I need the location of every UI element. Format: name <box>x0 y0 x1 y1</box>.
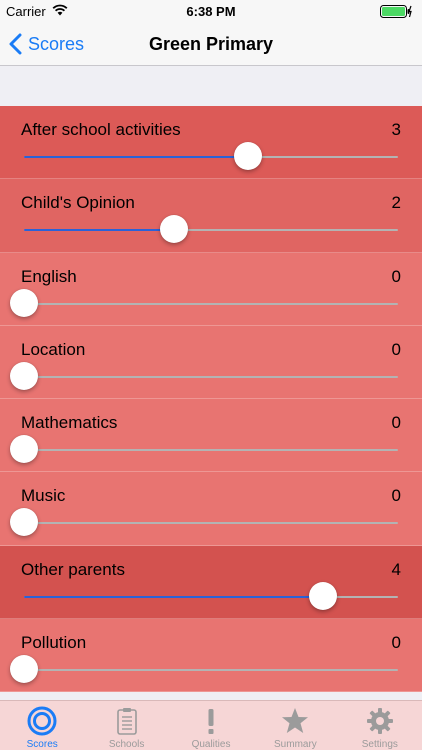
score-label: Mathematics <box>21 413 118 433</box>
tab-settings[interactable]: Settings <box>338 701 422 750</box>
score-value: 3 <box>391 120 401 139</box>
score-slider[interactable] <box>10 361 398 390</box>
slider-thumb[interactable] <box>159 215 188 244</box>
score-label: English <box>21 266 77 286</box>
score-label: Child's Opinion <box>21 193 135 213</box>
score-label: Pollution <box>21 633 87 653</box>
slider-thumb[interactable] <box>10 435 38 464</box>
battery-charging-icon <box>380 5 412 18</box>
tab-label: Schools <box>108 739 145 750</box>
score-row: Child's Opinion 2 <box>0 179 422 253</box>
score-value: 4 <box>391 559 401 579</box>
score-label: After school activities <box>21 120 181 139</box>
slider-thumb[interactable] <box>10 361 38 390</box>
slider-fill <box>24 229 174 232</box>
score-row: After school activities 3 <box>0 106 422 180</box>
score-list[interactable]: After school activities 3 Child's Opinio… <box>0 106 422 700</box>
star-icon <box>282 708 309 733</box>
table-header-spacer <box>0 67 422 106</box>
clipboard-icon <box>116 708 137 735</box>
slider-thumb[interactable] <box>10 655 38 684</box>
score-slider[interactable] <box>10 435 398 464</box>
score-row: Music 0 <box>0 472 422 546</box>
score-slider[interactable] <box>24 142 398 170</box>
status-bar: Carrier 6:38 PM <box>0 0 422 22</box>
score-value: 2 <box>391 193 401 213</box>
score-row: Other parents 4 <box>0 545 422 620</box>
tab-label: Scores <box>26 739 58 750</box>
slider-thumb[interactable] <box>309 581 338 610</box>
score-label: Music <box>21 486 66 506</box>
slider-thumb[interactable] <box>10 508 38 537</box>
tab-schools[interactable]: Schools <box>84 701 168 750</box>
score-value: 0 <box>391 486 401 506</box>
tab-label: Summary <box>274 739 317 750</box>
score-value: 0 <box>391 413 401 433</box>
score-slider[interactable] <box>10 655 398 684</box>
score-row: Pollution 0 <box>0 619 422 693</box>
tab-bar: Scores Schools Qualities Summary Setting… <box>0 700 422 750</box>
slider-fill <box>24 595 324 598</box>
score-row: Location 0 <box>0 325 422 400</box>
score-row: Mathematics 0 <box>0 399 422 473</box>
gear-icon <box>366 708 393 734</box>
score-value: 0 <box>391 339 401 359</box>
tab-summary[interactable]: Summary <box>253 701 337 750</box>
tab-label: Qualities <box>191 739 231 750</box>
score-slider[interactable] <box>10 288 398 317</box>
score-label: Location <box>21 339 86 359</box>
page-title: Green Primary <box>148 34 274 54</box>
status-time: 6:38 PM <box>186 4 236 19</box>
score-value: 0 <box>391 633 401 653</box>
score-slider[interactable] <box>24 215 398 244</box>
exclamation-icon <box>208 709 214 734</box>
target-icon <box>27 706 57 736</box>
score-value: 0 <box>391 266 401 286</box>
score-row: English 0 <box>0 252 422 326</box>
slider-fill <box>24 156 249 158</box>
slider-thumb[interactable] <box>234 142 263 170</box>
slider-thumb[interactable] <box>10 288 38 317</box>
navigation-bar: Scores Green Primary <box>0 22 422 66</box>
tab-scores[interactable]: Scores <box>0 701 84 750</box>
score-slider[interactable] <box>24 581 398 610</box>
score-label: Other parents <box>21 559 125 579</box>
score-slider[interactable] <box>10 508 398 537</box>
tab-qualities[interactable]: Qualities <box>169 701 253 750</box>
tab-label: Settings <box>361 739 398 750</box>
